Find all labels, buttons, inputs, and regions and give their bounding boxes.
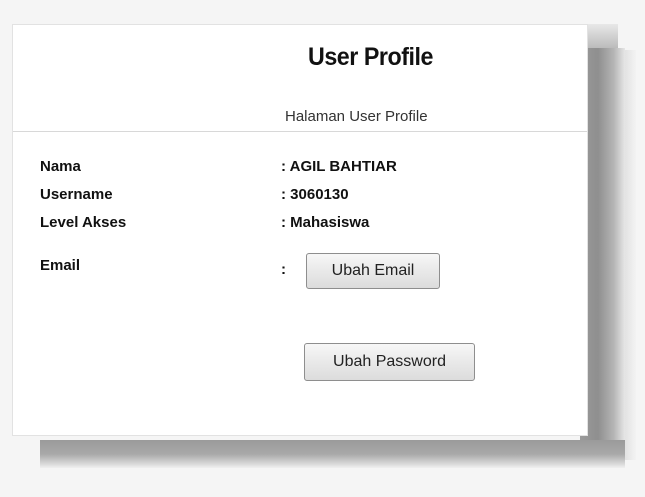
field-label-nama: Nama bbox=[40, 158, 81, 175]
header-divider bbox=[13, 131, 587, 132]
field-row-email: Email : bbox=[13, 257, 587, 279]
field-row-username: Username : 3060130 bbox=[13, 186, 587, 208]
page-title: User Profile bbox=[308, 43, 433, 71]
card-shadow-bottom bbox=[40, 440, 625, 468]
field-label-username: Username bbox=[40, 186, 113, 203]
field-label-level-akses: Level Akses bbox=[40, 214, 127, 231]
field-row-nama: Nama : AGIL BAHTIAR bbox=[13, 158, 587, 180]
field-value-email: : bbox=[281, 261, 286, 278]
user-profile-card: User Profile Halaman User Profile Nama :… bbox=[12, 24, 588, 436]
change-password-button[interactable]: Ubah Password bbox=[304, 343, 475, 381]
field-label-email: Email bbox=[40, 257, 81, 274]
field-value-nama: : AGIL BAHTIAR bbox=[281, 158, 397, 175]
page-subtitle: Halaman User Profile bbox=[285, 108, 428, 125]
field-value-username: : 3060130 bbox=[281, 186, 349, 203]
field-value-level-akses: : Mahasiswa bbox=[281, 214, 370, 231]
change-email-button[interactable]: Ubah Email bbox=[306, 253, 440, 289]
field-row-level-akses: Level Akses : Mahasiswa bbox=[13, 214, 587, 236]
